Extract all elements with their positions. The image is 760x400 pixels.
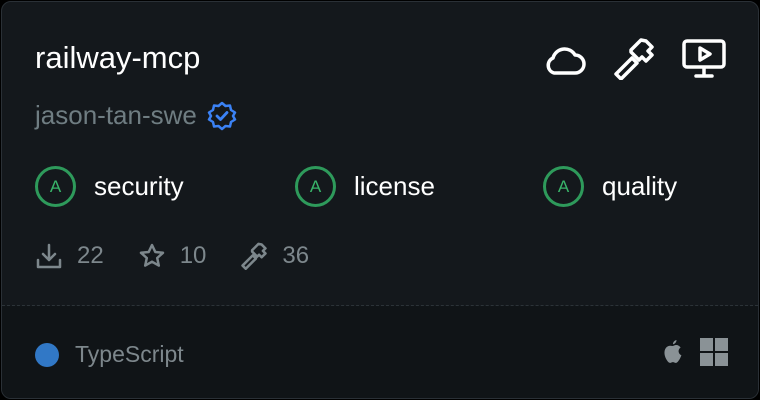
cloud-icon bbox=[546, 47, 586, 75]
verified-badge-icon bbox=[207, 101, 237, 130]
hammer-icon bbox=[614, 38, 654, 80]
score-label: license bbox=[354, 171, 435, 201]
grade-badge: A bbox=[543, 166, 584, 207]
score-label: security bbox=[94, 171, 184, 201]
score-quality[interactable]: A quality bbox=[543, 166, 677, 207]
windows-icon bbox=[700, 338, 728, 366]
stat-tools: 36 bbox=[240, 242, 309, 270]
monitor-play-icon bbox=[682, 39, 726, 78]
grade-badge: A bbox=[295, 166, 336, 207]
score-label: quality bbox=[602, 171, 678, 201]
card-title[interactable]: railway-mcp bbox=[35, 40, 200, 76]
stats-row: 22 10 36 bbox=[35, 242, 343, 270]
score-badges: A security A license A quality bbox=[35, 166, 735, 214]
downloads-count: 22 bbox=[77, 242, 104, 269]
card-footer: TypeScript bbox=[2, 306, 758, 398]
tools-count: 36 bbox=[282, 242, 310, 269]
language-name: TypeScript bbox=[75, 341, 184, 367]
author[interactable]: jason-tan-swe bbox=[35, 100, 237, 131]
capability-icons bbox=[542, 38, 726, 80]
stat-stars: 10 bbox=[138, 242, 207, 270]
platforms bbox=[660, 338, 728, 366]
language: TypeScript bbox=[35, 341, 184, 368]
download-icon bbox=[36, 243, 62, 269]
hammer-icon bbox=[241, 242, 268, 270]
apple-icon bbox=[664, 340, 682, 363]
grade-badge: A bbox=[35, 166, 76, 207]
stat-downloads: 22 bbox=[35, 242, 104, 270]
stars-count: 10 bbox=[179, 242, 207, 269]
star-icon bbox=[139, 243, 164, 267]
language-dot bbox=[35, 342, 59, 367]
author-name[interactable]: jason-tan-swe bbox=[35, 100, 197, 131]
score-security[interactable]: A security bbox=[35, 166, 184, 207]
server-card[interactable]: railway-mcp jason-tan-swe A security A l… bbox=[1, 1, 759, 399]
score-license[interactable]: A license bbox=[295, 166, 435, 207]
